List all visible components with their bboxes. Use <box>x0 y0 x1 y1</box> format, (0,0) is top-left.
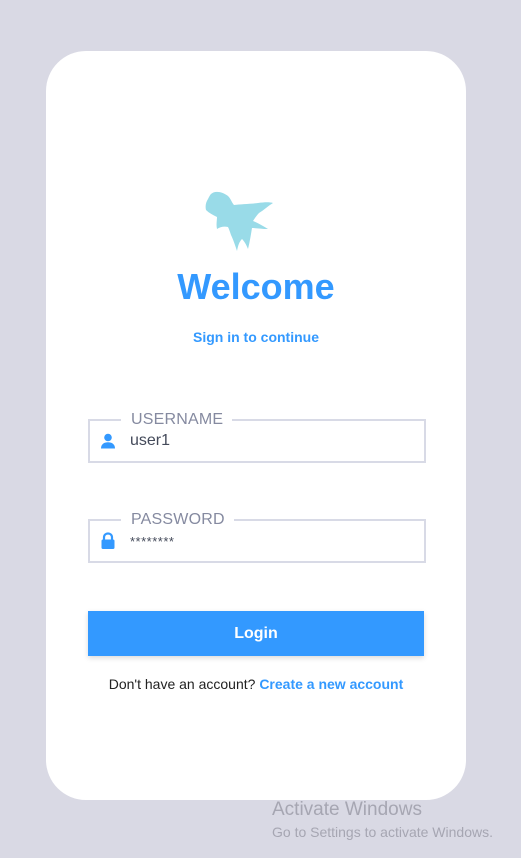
username-input[interactable] <box>130 421 410 461</box>
password-field[interactable]: PASSWORD <box>88 510 426 563</box>
create-account-link[interactable]: Create a new account <box>259 676 403 692</box>
password-input[interactable] <box>130 521 410 561</box>
watermark-title: Activate Windows <box>272 799 422 820</box>
login-button[interactable]: Login <box>88 611 424 656</box>
login-card: Welcome Sign in to continue USERNAME PAS… <box>46 51 466 800</box>
page-subtitle: Sign in to continue <box>193 329 319 345</box>
page-title: Welcome <box>177 266 335 307</box>
signup-row: Don't have an account? Create a new acco… <box>46 675 466 693</box>
bird-logo-icon <box>205 191 273 251</box>
activation-watermark: Activate Windows Go to Settings to activ… <box>272 799 493 842</box>
user-icon <box>101 433 115 449</box>
watermark-subtitle: Go to Settings to activate Windows. <box>272 824 493 840</box>
signup-prompt: Don't have an account? <box>108 676 260 692</box>
username-field[interactable]: USERNAME <box>88 410 426 463</box>
lock-icon <box>101 532 115 549</box>
